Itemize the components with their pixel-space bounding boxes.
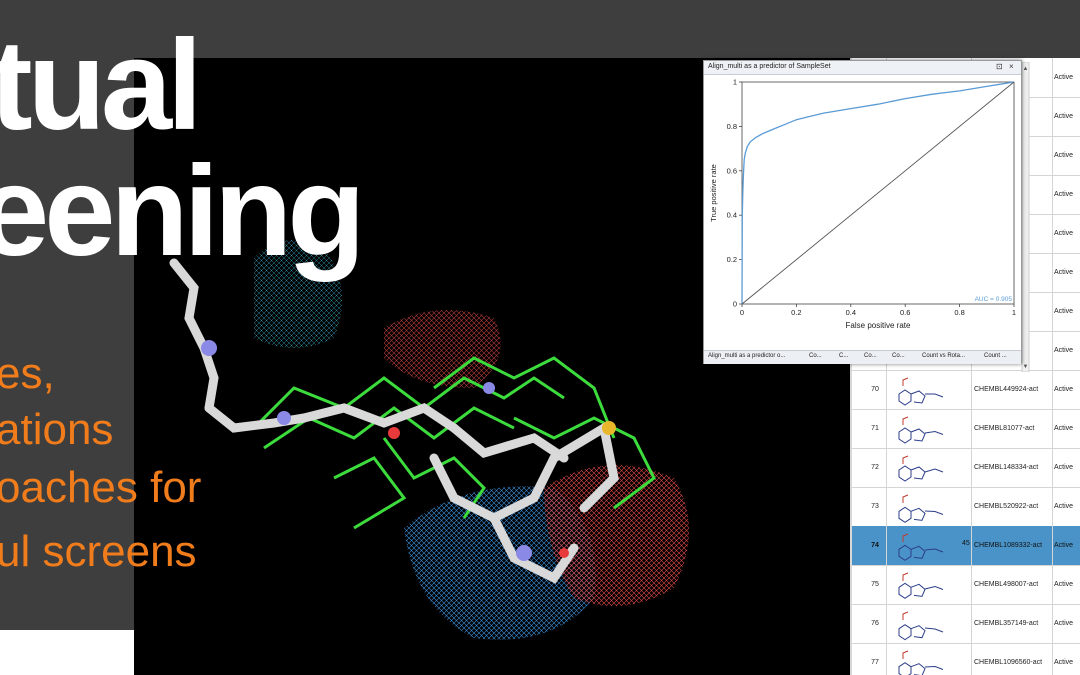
tab-count-vs-rota[interactable]: Count vs Rota... (922, 353, 965, 359)
roc-scrollbar[interactable]: ▲ ▼ (1021, 62, 1030, 372)
activity-cell: Active (1054, 308, 1074, 315)
y-tick-label: 1 (733, 78, 737, 87)
structure-drawing (898, 572, 944, 599)
banner-title-line-1: tual (0, 14, 203, 157)
row-number: 72 (871, 464, 879, 471)
surface-red-top (384, 310, 501, 388)
structure-cell (886, 643, 972, 675)
structure-cell (886, 565, 972, 604)
activity-cell: Active (1054, 503, 1074, 510)
tab-co-3[interactable]: Co... (892, 353, 905, 359)
close-icon[interactable]: × (1009, 62, 1014, 71)
structure-drawing (898, 377, 944, 406)
activity-cell: Active (1054, 347, 1074, 354)
x-tick-label: 0.2 (791, 308, 801, 317)
auc-label: AUC = 0.905 (975, 296, 1013, 303)
structure-drawing (898, 416, 944, 444)
roc-titlebar[interactable]: Align_multi as a predictor of SampleSet … (704, 61, 1021, 75)
compound-name: CHEMBL148334-act (972, 448, 1053, 487)
activity-cell: Active (1054, 269, 1074, 276)
x-tick-label: 0 (740, 308, 744, 317)
banner-subtitle-line-2: ations (0, 405, 114, 454)
y-tick-label: 0.2 (727, 255, 737, 264)
row-number: 74 (871, 542, 879, 549)
roc-chart: 0 0.2 0.4 0.6 0.8 1 0 0.2 0.4 0.6 0.8 1 False positi… (709, 78, 1016, 331)
activity-cell: Active (1054, 386, 1074, 393)
y-tick-label: 0 (733, 300, 737, 309)
tab-c[interactable]: C... (839, 353, 848, 359)
roc-plot-window[interactable]: Align_multi as a predictor of SampleSet … (703, 60, 1022, 364)
x-axis-label: False positive rate (846, 321, 911, 330)
table-row[interactable]: 76 CHEMBL357149-act Active (852, 604, 1080, 644)
structure-drawing (898, 611, 944, 640)
activity-cell: Active (1054, 542, 1074, 549)
activity-cell: Active (1054, 191, 1074, 198)
compound-name: CHEMBL1096560-act (972, 643, 1053, 675)
compound-name: CHEMBL1089332-act (972, 526, 1053, 565)
table-row[interactable]: 77 CHEMBL1096560-act Active (852, 643, 1080, 675)
tab-co-1[interactable]: Co... (809, 353, 822, 359)
diagonal-reference-line (741, 81, 1015, 305)
banner-subtitle-line-1: es, (0, 349, 55, 398)
activity-cell: Active (1054, 620, 1074, 627)
roc-tab-bar: Align_multi as a predictor o... Co... C.… (704, 350, 1021, 364)
structure-drawing (898, 455, 944, 482)
banner-title-line-2: eening (0, 140, 365, 283)
activity-cell: Active (1054, 464, 1074, 471)
pin-icon[interactable]: ⊡ (996, 62, 1003, 71)
svg-text:▼: ▼ (1023, 364, 1029, 370)
structure-cell (886, 526, 972, 565)
x-tick-label: 1 (1012, 308, 1016, 317)
table-row[interactable]: 70 CHEMBL449924-act Active (852, 370, 1080, 410)
structure-cell (886, 448, 972, 487)
banner-subtitle-line-3: oaches for (0, 463, 202, 512)
structure-cell (886, 604, 972, 643)
activity-cell: Active (1054, 74, 1074, 81)
tab-count[interactable]: Count ... (984, 353, 1007, 359)
structure-drawing (898, 650, 944, 675)
compound-name: CHEMBL498007-act (972, 565, 1053, 604)
svg-text:▲: ▲ (1023, 66, 1029, 72)
row-number: 75 (871, 581, 879, 588)
sulfur-atom (602, 421, 616, 435)
tab-co-2[interactable]: Co... (864, 353, 877, 359)
activity-cell: Active (1054, 659, 1074, 666)
activity-cell: Active (1054, 230, 1074, 237)
y-tick-label: 0.8 (727, 122, 737, 131)
structure-drawing (898, 494, 944, 523)
y-tick-label: 0.6 (727, 166, 737, 175)
table-row[interactable]: 73 CHEMBL520922-act Active (852, 487, 1080, 527)
x-tick-label: 0.6 (900, 308, 910, 317)
x-tick-label: 0.8 (954, 308, 964, 317)
x-tick-label: 0.4 (846, 308, 856, 317)
row-number: 77 (871, 659, 879, 666)
compound-name: CHEMBL520922-act (972, 487, 1053, 526)
compound-name: CHEMBL81077-act (972, 409, 1053, 448)
activity-cell: Active (1054, 581, 1074, 588)
structure-cell (886, 487, 972, 526)
tab-align-multi[interactable]: Align_multi as a predictor o... (708, 353, 785, 359)
structure-cell (886, 370, 972, 409)
row-number: 73 (871, 503, 879, 510)
roc-window-title: Align_multi as a predictor of SampleSet (708, 63, 831, 70)
row-number: 71 (871, 425, 879, 432)
row-number: 76 (871, 620, 879, 627)
y-axis-label: True positive rate (709, 164, 718, 222)
row-number: 70 (871, 386, 879, 393)
compound-name: CHEMBL357149-act (972, 604, 1053, 643)
table-row[interactable]: 72 CHEMBL148334-act Active (852, 448, 1080, 488)
table-row[interactable]: 75 CHEMBL498007-act Active (852, 565, 1080, 605)
table-row[interactable]: 71 CHEMBL81077-act Active (852, 409, 1080, 449)
activity-cell: Active (1054, 425, 1074, 432)
structure-drawing (898, 533, 944, 561)
activity-cell: Active (1054, 113, 1074, 120)
y-tick-label: 0.4 (727, 211, 737, 220)
bottom-left-strip (0, 630, 134, 675)
banner-subtitle-line-4: ul screens (0, 527, 197, 576)
activity-cell: Active (1054, 152, 1074, 159)
compound-name: CHEMBL449924-act (972, 370, 1053, 409)
structure-cell (886, 409, 972, 448)
table-row[interactable]: 74 45 CHEMBL1089332-act Active (852, 526, 1080, 566)
